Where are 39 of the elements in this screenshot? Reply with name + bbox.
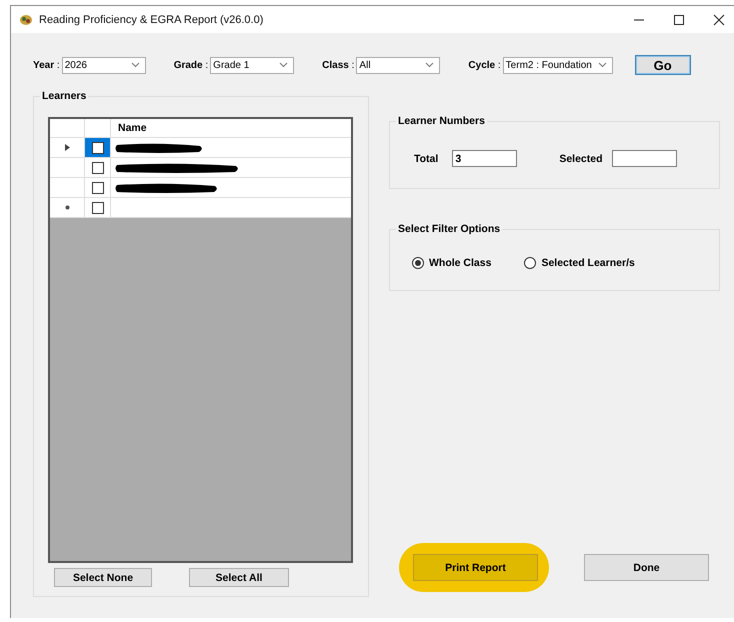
chevron-down-icon[interactable] xyxy=(425,62,434,68)
field-label: Year : xyxy=(33,60,60,70)
dropdown[interactable]: Term2 : Foundation xyxy=(502,56,613,74)
chevron-down-icon[interactable] xyxy=(598,62,607,68)
maximize-icon[interactable] xyxy=(673,14,685,26)
dropdown[interactable]: All xyxy=(356,56,440,74)
group-title: Learners xyxy=(40,90,88,102)
close-icon[interactable] xyxy=(713,14,725,26)
button[interactable]: Done xyxy=(584,554,709,581)
field-label: Grade : xyxy=(174,60,208,70)
radio-icon[interactable] xyxy=(524,257,536,269)
field-label: Cycle : xyxy=(468,60,501,70)
checkbox-cell[interactable] xyxy=(85,138,111,157)
field-label: Selected xyxy=(559,152,603,164)
button[interactable]: Select None xyxy=(54,568,152,587)
text-field[interactable]: 3 xyxy=(452,150,518,167)
group-title: Learner Numbers xyxy=(396,115,487,127)
chevron-down-icon[interactable] xyxy=(130,62,140,68)
dropdown[interactable]: Grade 1 xyxy=(210,56,294,74)
dropdown[interactable]: 2026 xyxy=(62,56,146,74)
radio-icon[interactable] xyxy=(412,257,424,269)
current-row-icon xyxy=(64,144,70,151)
button[interactable]: Print Report xyxy=(413,554,538,581)
checkbox[interactable] xyxy=(92,142,104,154)
checkbox[interactable] xyxy=(92,162,104,174)
group-title: Select Filter Options xyxy=(396,223,502,235)
radio-button[interactable]: Selected Learner/s xyxy=(524,257,635,269)
field-label: Class : xyxy=(322,60,354,70)
chevron-down-icon[interactable] xyxy=(279,62,288,68)
button[interactable]: Select All xyxy=(189,568,289,587)
new-row-icon xyxy=(64,205,70,210)
app-icon xyxy=(19,14,33,26)
radio-button[interactable]: Whole Class xyxy=(412,257,492,269)
checkbox[interactable] xyxy=(92,182,104,194)
text-field[interactable] xyxy=(612,150,677,167)
go-button[interactable]: Go xyxy=(634,55,691,75)
checkbox[interactable] xyxy=(92,202,104,214)
field-label: Total xyxy=(414,152,438,164)
window-title: Reading Proficiency & EGRA Report (v26.0.0) xyxy=(39,14,264,26)
